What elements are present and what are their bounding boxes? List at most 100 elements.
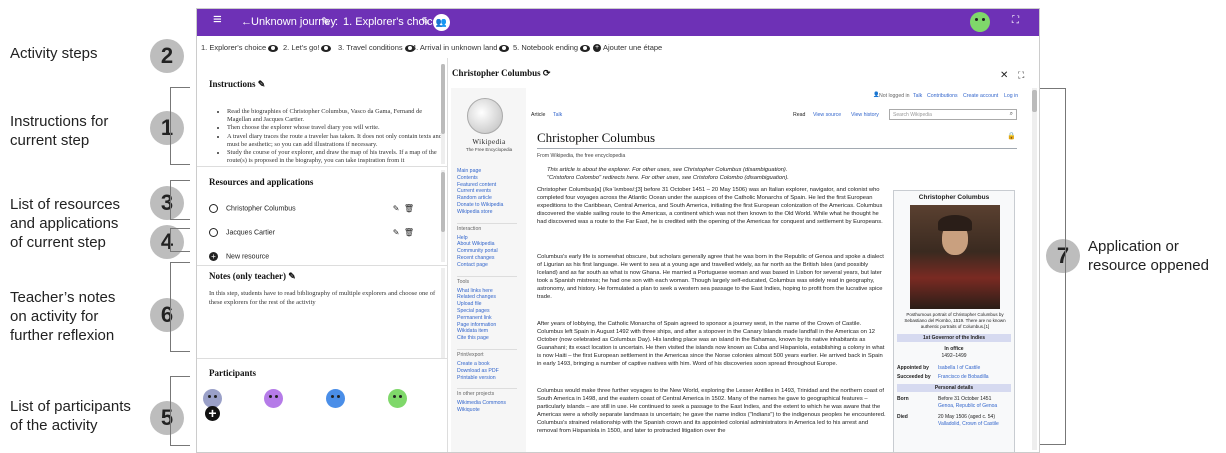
wiki-sidebar-link[interactable]: Related changes — [457, 294, 496, 300]
wiki-sidebar-link[interactable]: Main page — [457, 168, 481, 174]
eye-icon[interactable] — [268, 44, 279, 52]
portrait-image — [910, 205, 1000, 309]
step-2[interactable]: 2. Let's go! — [283, 43, 332, 52]
wiki-sidebar-link[interactable]: Current events — [457, 188, 491, 194]
fullscreen-icon[interactable]: ⛶ — [1012, 14, 1019, 28]
wiki-sidebar-link[interactable]: What links here — [457, 288, 493, 294]
instructions-scroll-thumb[interactable] — [441, 64, 445, 134]
wiki-sidebar-link[interactable]: Wikiquote — [457, 407, 480, 413]
divider — [197, 166, 447, 167]
resource-viewer: Christopher Columbus ⟳ ✕ ⛶ Wikipedia The… — [447, 58, 1039, 452]
wiki-sidebar-link[interactable]: Contact page — [457, 262, 488, 268]
wiki-create-account-link[interactable]: Create account — [963, 93, 998, 99]
notes-scrollbar[interactable] — [441, 268, 445, 358]
divider — [197, 358, 447, 359]
wiki-sidebar-link[interactable]: Special pages — [457, 308, 490, 314]
wiki-sidebar-link[interactable]: Printable version — [457, 375, 496, 381]
add-icon: + — [593, 44, 601, 53]
wiki-tab-read[interactable]: Read — [793, 112, 805, 118]
step-3[interactable]: 3. Travel conditions — [338, 43, 415, 52]
add-participant-button[interactable]: + — [205, 406, 220, 421]
wiki-sidebar-heading: Interaction — [457, 225, 482, 232]
wiki-sidebar-link[interactable]: Random article — [457, 195, 492, 201]
wiki-from: From Wikipedia, the free encyclopedia — [537, 153, 626, 159]
viewer-scroll-thumb[interactable] — [1032, 90, 1037, 112]
viewer-scrollbar[interactable] — [1032, 88, 1037, 450]
resource-item-cartier[interactable]: Jacques Cartier ✎ 🗑 — [209, 228, 434, 240]
infobox-succeeded-value[interactable]: Francisco de Bobadilla — [938, 374, 989, 380]
participant-avatar[interactable] — [326, 389, 345, 408]
wiki-paragraph: Columbus would make three further voyage… — [537, 388, 886, 434]
wiki-sidebar-link[interactable]: Upload file — [457, 301, 482, 307]
edit-resource-icon[interactable]: ✎ — [393, 228, 400, 237]
wiki-tab-view-history[interactable]: View history — [851, 112, 879, 118]
globe-icon — [209, 204, 218, 213]
wiki-sidebar-link[interactable]: Recent changes — [457, 255, 495, 261]
wiki-sidebar-link[interactable]: Wikimedia Commons — [457, 400, 506, 406]
resources-scroll-thumb[interactable] — [441, 172, 445, 232]
wiki-contributions-link[interactable]: Contributions — [927, 93, 958, 99]
step-5[interactable]: 5. Notebook ending — [513, 43, 591, 52]
participant-avatar[interactable] — [388, 389, 407, 408]
wiki-sidebar-divider — [457, 222, 517, 224]
add-icon: + — [209, 252, 218, 261]
new-resource-button[interactable]: + New resource — [209, 252, 434, 264]
wiki-tab-view-source[interactable]: View source — [813, 112, 841, 118]
title-separator: : — [335, 16, 339, 28]
wiki-sidebar-link[interactable]: Community portal — [457, 248, 498, 254]
add-step-button[interactable]: + Ajouter une étape — [593, 43, 662, 53]
wiki-tab-article[interactable]: Article — [531, 112, 545, 118]
infobox-section-personal: Personal details — [897, 384, 1011, 392]
portrait-hair — [938, 215, 972, 231]
wiki-sidebar-link[interactable]: About Wikipedia — [457, 241, 495, 247]
wiki-sidebar-divider — [457, 349, 517, 350]
wiki-logo-sub: The Free Encyclopedia — [465, 147, 513, 152]
infobox-died-place[interactable]: Valladolid, Crown of Castile — [938, 421, 999, 427]
edit-step-icon[interactable]: ✎ — [421, 15, 430, 29]
edit-journey-icon[interactable]: ✎ — [321, 15, 330, 29]
resource-item-columbus[interactable]: Christopher Columbus ✎ 🗑 — [209, 204, 434, 216]
eye-icon[interactable] — [321, 44, 332, 52]
wiki-search-input[interactable]: Search Wikipedia ⌕ — [889, 109, 1017, 120]
legend-bracket-6 — [170, 262, 190, 352]
eye-icon[interactable] — [499, 44, 510, 52]
edit-resource-icon[interactable]: ✎ — [393, 204, 400, 213]
wiki-hatnote-1: This article is about the explorer. For … — [547, 167, 788, 173]
edit-notes-icon[interactable]: ✎ — [288, 271, 296, 281]
participant-avatar[interactable] — [264, 389, 283, 408]
user-avatar[interactable] — [970, 12, 990, 32]
wiki-not-logged-in: Not logged in — [879, 93, 910, 99]
wiki-sidebar-link[interactable]: Create a book — [457, 361, 490, 367]
group-icon[interactable]: 👥 — [433, 14, 450, 31]
wiki-sidebar-link[interactable]: Help — [457, 235, 468, 241]
wiki-sidebar-link[interactable]: Wikipedia store — [457, 209, 492, 215]
step-1[interactable]: 1. Explorer's choice — [201, 43, 279, 52]
lock-icon: 🔒 — [1007, 133, 1016, 140]
wiki-sidebar-link[interactable]: Permanent link — [457, 315, 492, 321]
wikipedia-page: Wikipedia The Free Encyclopedia Main pag… — [451, 88, 1029, 452]
wiki-sidebar-link[interactable]: Cite this page — [457, 335, 489, 341]
delete-resource-icon[interactable]: 🗑 — [404, 228, 414, 237]
step-4[interactable]: 4. Arrival in unknown land — [412, 43, 510, 52]
wiki-sidebar-link[interactable]: Contents — [457, 175, 478, 181]
refresh-icon[interactable]: ⟳ — [543, 68, 551, 78]
menu-icon[interactable]: ≡ — [213, 12, 222, 27]
wiki-sidebar-link[interactable]: Donate to Wikipedia — [457, 202, 503, 208]
expand-icon[interactable]: ⛶ — [1018, 70, 1024, 81]
eye-icon[interactable] — [580, 44, 591, 52]
wiki-login-link[interactable]: Log in — [1004, 93, 1018, 99]
wiki-sidebar-link[interactable]: Page information — [457, 322, 496, 328]
search-icon[interactable]: ⌕ — [1010, 111, 1013, 118]
edit-instructions-icon[interactable]: ✎ — [258, 79, 266, 89]
infobox-born-place[interactable]: Genoa, Republic of Genoa — [938, 403, 997, 409]
wiki-sidebar-link[interactable]: Featured content — [457, 182, 496, 188]
infobox-appointed-value[interactable]: Isabella I of Castile — [938, 365, 980, 371]
close-icon[interactable]: ✕ — [1000, 70, 1008, 81]
wiki-sidebar-link[interactable]: Wikidata item — [457, 328, 488, 334]
wiki-tab-talk[interactable]: Talk — [553, 112, 562, 118]
wiki-talk-link[interactable]: Talk — [913, 93, 922, 99]
participants-title: Participants — [209, 368, 256, 378]
delete-resource-icon[interactable]: 🗑 — [404, 204, 414, 213]
wiki-sidebar-link[interactable]: Download as PDF — [457, 368, 499, 374]
wiki-heading-rule — [537, 148, 1017, 149]
